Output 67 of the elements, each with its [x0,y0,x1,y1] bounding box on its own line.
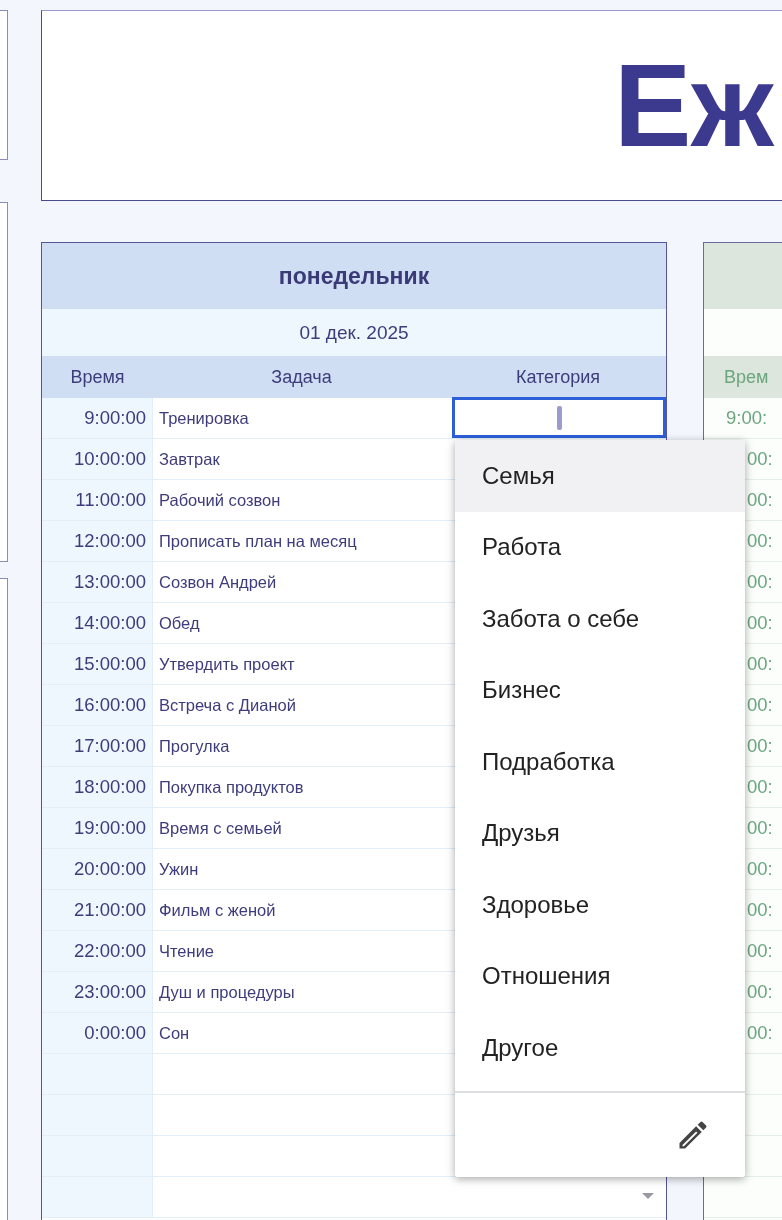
time-cell: 18:00:00 [42,767,153,807]
task-cell[interactable]: Ужин [153,849,450,889]
time-cell: 16:00:00 [42,685,153,725]
time-cell-text: 00: [746,652,773,676]
time-cell: 0:00:00 [42,1013,153,1053]
page-title: Еж [613,40,776,173]
task-cell[interactable]: Душ и процедуры [153,972,450,1012]
time-cell-text: 00: [746,775,773,799]
time-cell: 20:00:00 [42,849,153,889]
time-cell-text: 00: [746,693,773,717]
menu-option[interactable]: Отношения [455,940,745,1012]
task-cell[interactable]: Обед [153,603,450,643]
menu-option[interactable]: Забота о себе [455,583,745,655]
task-cell[interactable]: Встреча с Дианой [153,685,450,725]
task-cell[interactable]: Утвердить проект [153,644,450,684]
time-cell-text: 00: [746,816,773,840]
time-cell-text: 00: [746,447,773,471]
menu-option[interactable]: Здоровье [455,869,745,941]
task-cell[interactable]: Покупка продуктов [153,767,450,807]
time-cell: 17:00:00 [42,726,153,766]
menu-option[interactable]: Подработка [455,726,745,798]
time-cell-text: 9:00: [725,406,768,430]
time-cell-text: 00: [746,898,773,922]
text-cursor-icon [556,405,562,430]
menu-option[interactable]: Семья [455,440,745,512]
time-cell: 12:00:00 [42,521,153,561]
date-label: 01 дек. 2025 [42,309,666,356]
time-cell: 19:00:00 [42,808,153,848]
time-cell-text: 00: [746,1021,773,1045]
task-cell[interactable]: Созвон Андрей [153,562,450,602]
menu-option[interactable]: Другое [455,1012,745,1084]
task-cell[interactable]: Тренировка [153,398,450,438]
task-cell[interactable]: Прогулка [153,726,450,766]
time-cell-text: 00: [746,734,773,758]
time-cell: 11:00:00 [42,480,153,520]
time-cell: 21:00:00 [42,890,153,930]
category-cell[interactable] [452,397,666,438]
time-cell: 10:00:00 [42,439,153,479]
column-header: Задача [270,366,333,388]
time-cell-text: 00: [746,857,773,881]
dropdown-arrow-icon[interactable] [642,1193,654,1199]
time-cell-text: 00: [746,488,773,512]
task-cell[interactable]: Прописать план на месяц [153,521,450,561]
time-cell-text: 00: [746,939,773,963]
task-cell[interactable]: Фильм с женой [153,890,450,930]
time-cell-text: 00: [746,570,773,594]
day-header: понедельник [42,243,666,309]
time-cell-text: 00: [746,529,773,553]
column-header: Категория [514,366,602,388]
time-cell: 13:00:00 [42,562,153,602]
column-header: Время [69,366,126,388]
task-cell[interactable]: Время с семьей [153,808,450,848]
time-cell: 23:00:00 [42,972,153,1012]
time-cell: 22:00:00 [42,931,153,971]
task-cell[interactable]: Завтрак [153,439,450,479]
time-cell: 15:00:00 [42,644,153,684]
task-cell[interactable]: Рабочий созвон [153,480,450,520]
menu-option[interactable]: Работа [455,511,745,583]
task-cell[interactable]: Чтение [153,931,450,971]
column-header: Врем [724,367,769,387]
menu-option[interactable]: Друзья [455,797,745,869]
time-cell-text: 00: [746,980,773,1004]
time-cell-text: 00: [746,611,773,635]
menu-option[interactable]: Бизнес [455,654,745,726]
time-cell: 14:00:00 [42,603,153,643]
time-cell: 9:00:00 [42,398,153,438]
task-cell[interactable]: Сон [153,1013,450,1053]
